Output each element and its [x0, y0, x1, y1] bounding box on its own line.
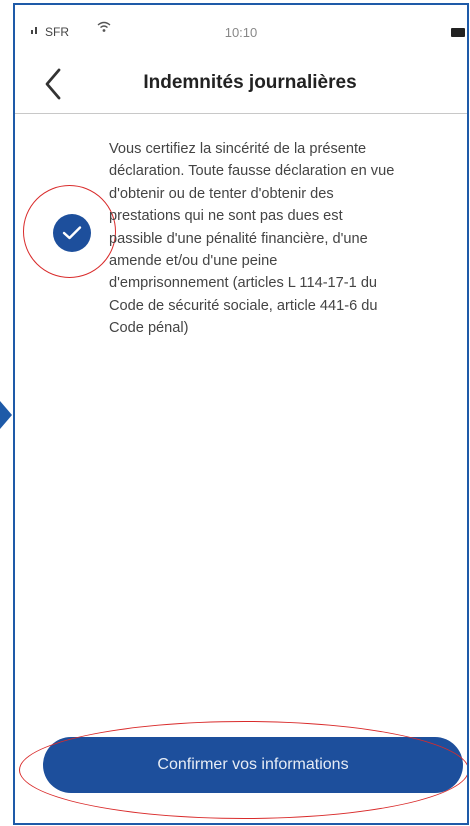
page-title: Indemnités journalières — [143, 72, 357, 93]
confirm-button[interactable]: Confirmer vos informations — [43, 737, 463, 793]
pointer-arrow-icon — [0, 401, 12, 429]
battery-icon — [451, 28, 465, 37]
certification-checkbox-area — [23, 185, 118, 280]
status-bar: SFR 10:10 — [15, 5, 467, 45]
checkmark-icon — [62, 226, 82, 240]
certification-checkbox[interactable] — [53, 214, 91, 252]
status-time: 10:10 — [224, 25, 258, 40]
nav-bar: Indemnités journalières — [15, 60, 467, 110]
nav-divider — [15, 113, 467, 114]
phone-screen: SFR 10:10 Indemnités journalières Vous c… — [13, 3, 469, 825]
certification-text: Vous certifiez la sincérité de la présen… — [109, 141, 395, 337]
